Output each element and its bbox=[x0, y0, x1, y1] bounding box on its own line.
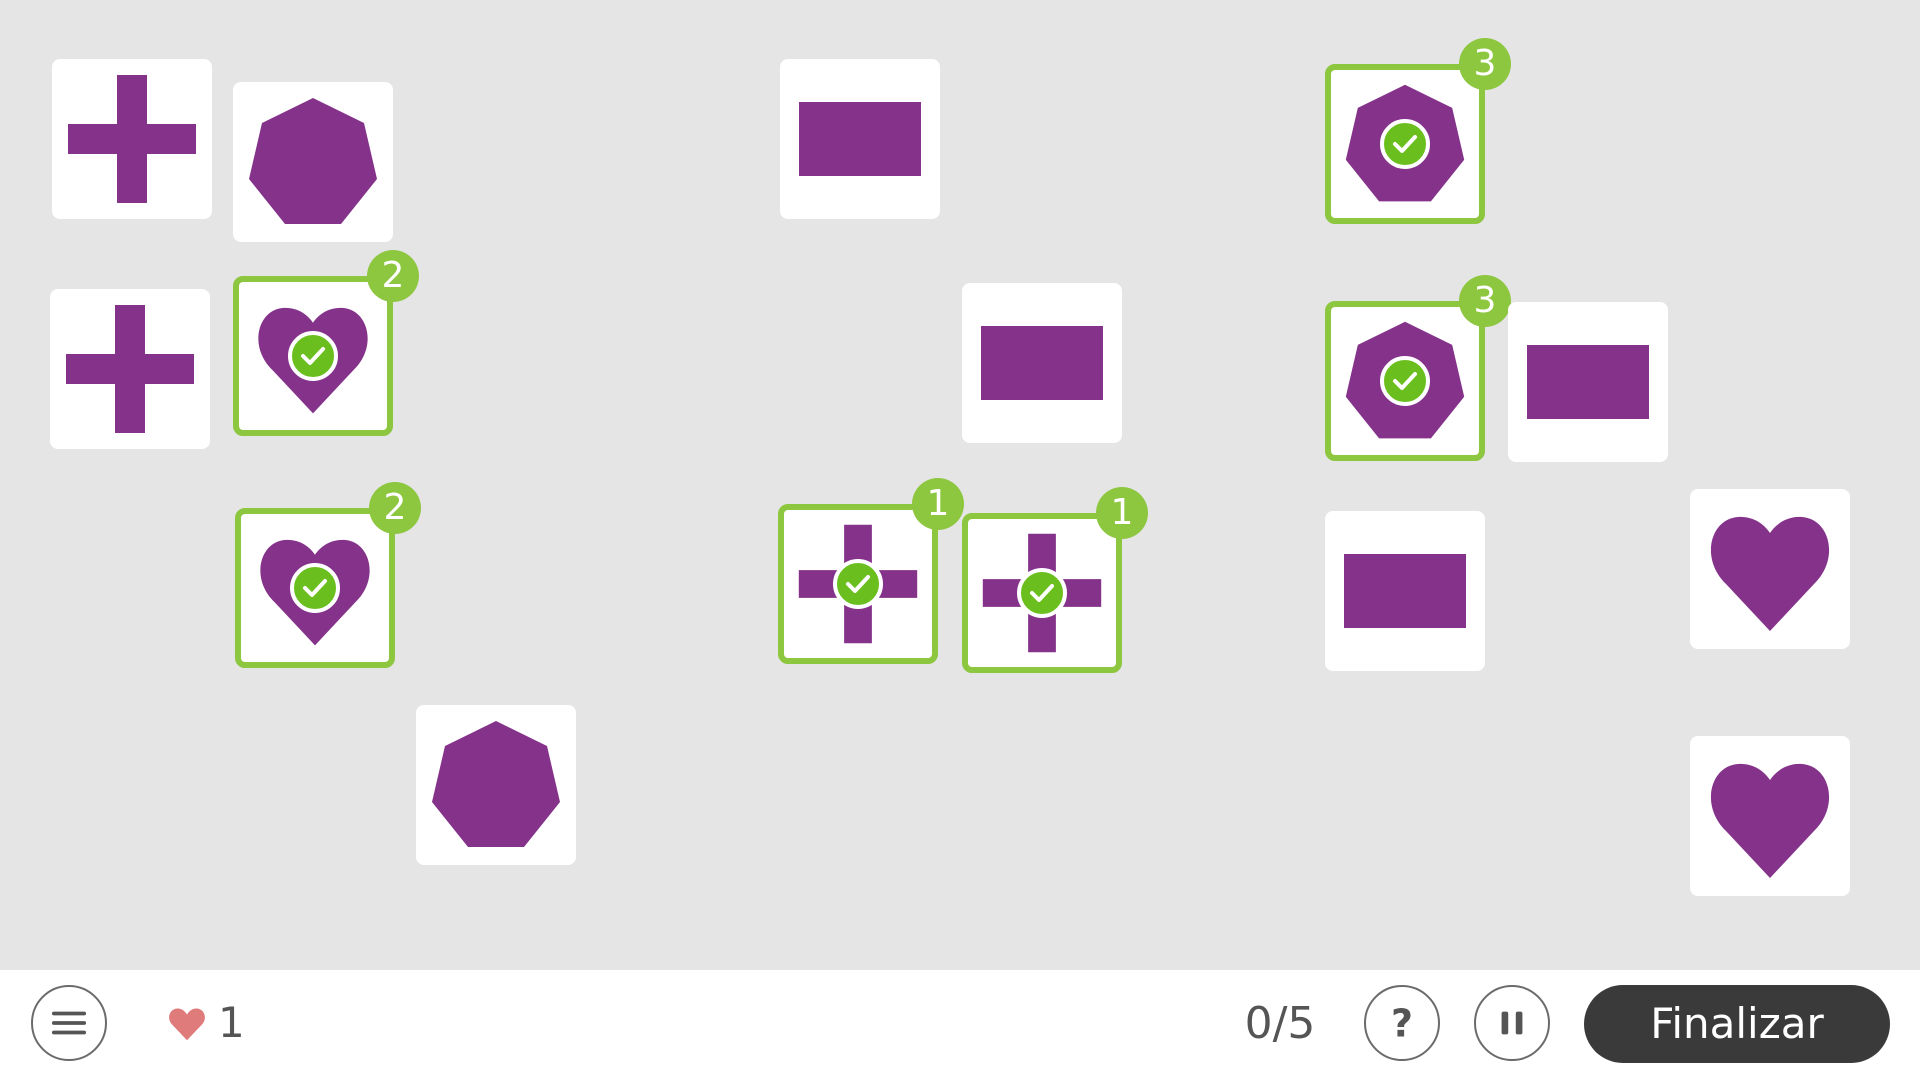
card-heptagon[interactable]: 3 bbox=[1325, 275, 1511, 461]
card-rectangle[interactable] bbox=[1325, 511, 1485, 671]
card-heart[interactable] bbox=[1690, 736, 1850, 896]
cross-icon bbox=[66, 305, 194, 433]
help-button[interactable]: ? bbox=[1364, 985, 1440, 1061]
rectangle-icon bbox=[1344, 554, 1466, 628]
bottom-bar: 1 0/5 ? Finalizar bbox=[0, 970, 1920, 1080]
card-heart[interactable]: 2 bbox=[233, 250, 419, 436]
card-rectangle[interactable] bbox=[962, 283, 1122, 443]
match-badge: 2 bbox=[367, 250, 419, 302]
card-rectangle[interactable] bbox=[780, 59, 940, 219]
checkmark-icon bbox=[1380, 356, 1430, 406]
card-cross[interactable]: 1 bbox=[962, 487, 1148, 673]
game-board: 2 2 1 1 3 3 bbox=[0, 0, 1920, 970]
checkmark-icon bbox=[833, 559, 883, 609]
match-badge: 3 bbox=[1459, 275, 1511, 327]
finish-button[interactable]: Finalizar bbox=[1584, 985, 1890, 1063]
heart-icon bbox=[1710, 516, 1830, 631]
heart-icon bbox=[169, 1008, 205, 1041]
lives-count: 1 bbox=[218, 998, 245, 1047]
progress-counter: 0/5 bbox=[1244, 998, 1316, 1049]
pause-icon bbox=[1501, 1011, 1523, 1035]
heptagon-icon bbox=[432, 721, 560, 847]
checkmark-icon bbox=[290, 563, 340, 613]
rectangle-icon bbox=[1527, 345, 1649, 419]
card-heart[interactable] bbox=[1690, 489, 1850, 649]
hamburger-icon bbox=[51, 1011, 87, 1035]
card-heptagon[interactable] bbox=[233, 82, 393, 242]
match-badge: 1 bbox=[912, 478, 964, 530]
card-heart[interactable]: 2 bbox=[235, 482, 421, 668]
cross-icon bbox=[68, 75, 196, 203]
card-cross[interactable]: 1 bbox=[778, 478, 964, 664]
rectangle-icon bbox=[799, 102, 921, 176]
checkmark-icon bbox=[288, 331, 338, 381]
pause-button[interactable] bbox=[1474, 985, 1550, 1061]
menu-button[interactable] bbox=[31, 985, 107, 1061]
checkmark-icon bbox=[1380, 119, 1430, 169]
heart-icon bbox=[1710, 763, 1830, 878]
question-icon: ? bbox=[1391, 1001, 1413, 1045]
card-heptagon[interactable]: 3 bbox=[1325, 38, 1511, 224]
heptagon-icon bbox=[249, 98, 377, 224]
rectangle-icon bbox=[981, 326, 1103, 400]
card-heptagon[interactable] bbox=[416, 705, 576, 865]
card-cross[interactable] bbox=[50, 289, 210, 449]
match-badge: 1 bbox=[1096, 487, 1148, 539]
card-rectangle[interactable] bbox=[1508, 302, 1668, 462]
match-badge: 2 bbox=[369, 482, 421, 534]
svg-text:?: ? bbox=[1391, 1001, 1413, 1045]
card-cross[interactable] bbox=[52, 59, 212, 219]
checkmark-icon bbox=[1017, 568, 1067, 618]
match-badge: 3 bbox=[1459, 38, 1511, 90]
